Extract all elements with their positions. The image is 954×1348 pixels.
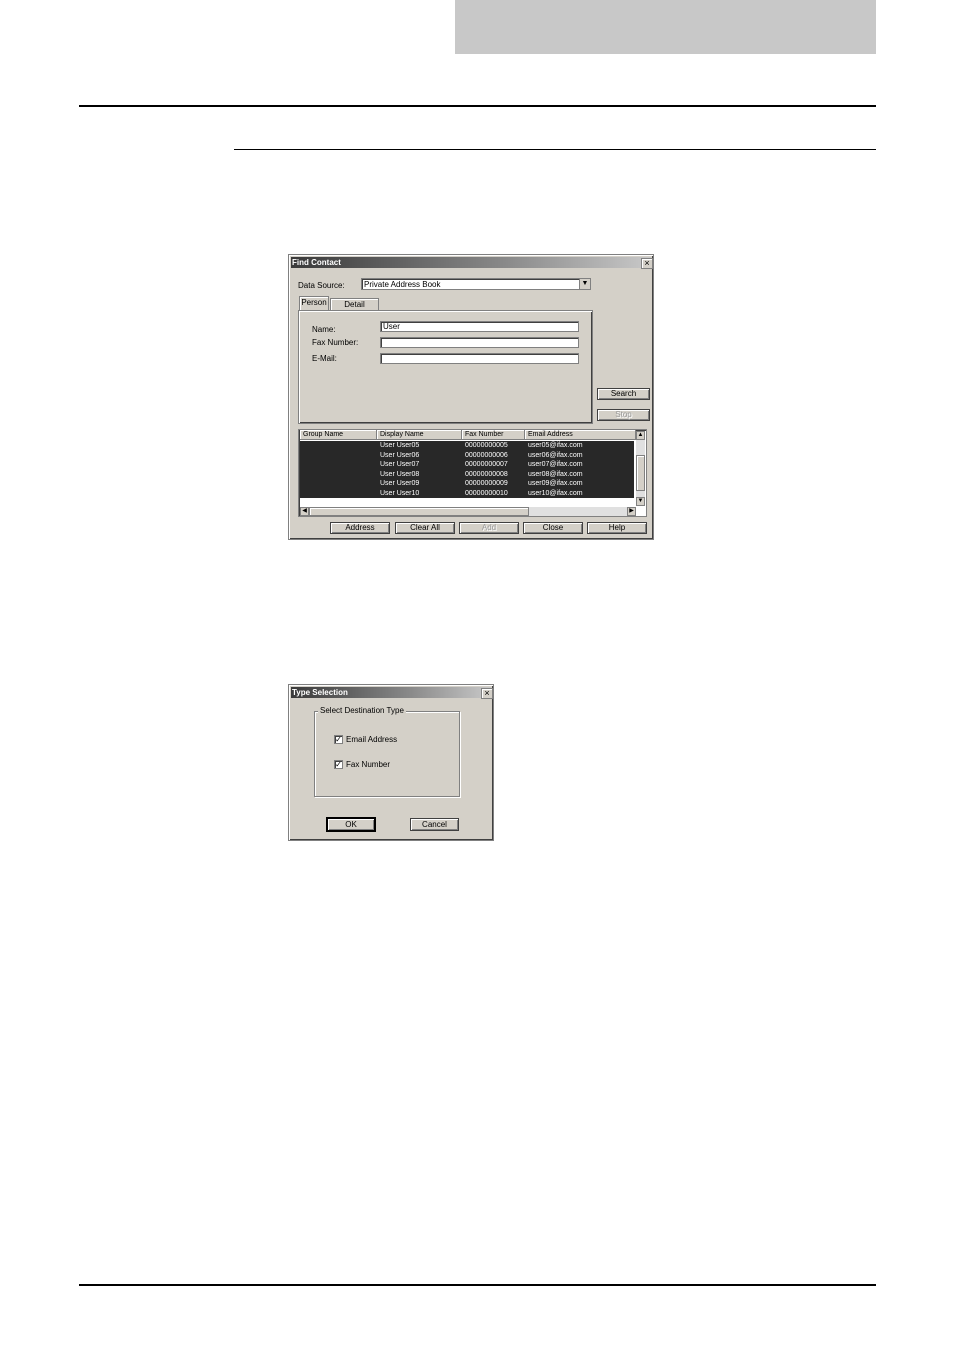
cell-display-name: User User07 — [380, 461, 420, 468]
cell-display-name: User User08 — [380, 470, 420, 478]
cell-fax-number: 00000000009 — [465, 480, 508, 487]
find-contact-dialog: Find Contact × Data Source: Private Addr… — [288, 254, 654, 540]
cancel-button[interactable]: Cancel — [410, 818, 459, 831]
column-fax-number[interactable]: Fax Number — [462, 430, 525, 440]
table-row[interactable]: User User09 00000000009 user09@ifax.com — [300, 479, 634, 489]
vertical-scrollbar[interactable]: ▲ ▼ — [636, 431, 645, 506]
scroll-left-icon[interactable]: ◀ — [300, 507, 309, 516]
close-icon[interactable]: × — [641, 258, 653, 269]
close-button[interactable]: Close — [523, 522, 583, 534]
cell-email: user10@ifax.com — [528, 489, 583, 497]
add-button[interactable]: Add — [459, 522, 519, 534]
fax-number-checkbox-label: Fax Number — [346, 760, 391, 769]
scroll-down-icon[interactable]: ▼ — [636, 497, 645, 506]
column-group-name[interactable]: Group Name — [300, 430, 377, 440]
cell-fax-number: 00000000007 — [465, 461, 508, 468]
horizontal-scroll-thumb[interactable] — [309, 507, 529, 516]
cell-email: user06@ifax.com — [528, 451, 583, 459]
fax-number-label: Fax Number: — [312, 338, 359, 347]
type-selection-title: Type Selection — [292, 688, 348, 697]
bottom-rule — [79, 1284, 876, 1286]
table-row[interactable]: User User10 00000000010 user10@ifax.com — [300, 489, 634, 499]
cell-display-name: User User06 — [380, 451, 420, 459]
email-input[interactable] — [380, 353, 579, 364]
results-list[interactable]: Group Name Display Name Fax Number Email… — [298, 429, 647, 517]
column-email-address[interactable]: Email Address — [525, 430, 636, 440]
fax-number-input[interactable] — [380, 337, 579, 348]
scroll-right-icon[interactable]: ▶ — [627, 507, 636, 516]
data-source-select[interactable]: Private Address Book ▼ — [361, 278, 591, 290]
table-row[interactable]: User User06 00000000006 user06@ifax.com — [300, 451, 634, 461]
find-contact-titlebar: Find Contact — [291, 257, 651, 268]
email-label: E-Mail: — [312, 354, 337, 363]
destination-type-legend: Select Destination Type — [318, 706, 406, 716]
cell-display-name: User User09 — [380, 480, 420, 487]
cell-fax-number: 00000000005 — [465, 442, 508, 449]
header-band — [455, 0, 876, 54]
chevron-down-icon[interactable]: ▼ — [579, 279, 590, 289]
ok-button[interactable]: OK — [327, 818, 375, 831]
table-row[interactable]: User User08 00000000008 user08@ifax.com — [300, 470, 634, 480]
help-button[interactable]: Help — [587, 522, 647, 534]
tab-person[interactable]: Person — [299, 296, 329, 310]
cell-email: user09@ifax.com — [528, 480, 583, 487]
cell-fax-number: 00000000008 — [465, 470, 508, 478]
cell-email: user05@ifax.com — [528, 442, 583, 449]
destination-type-group — [314, 711, 460, 797]
find-contact-title: Find Contact — [292, 258, 341, 267]
vertical-scroll-thumb[interactable] — [636, 455, 645, 491]
cell-fax-number: 00000000010 — [465, 489, 508, 497]
table-row[interactable]: User User07 00000000007 user07@ifax.com — [300, 460, 634, 470]
type-selection-titlebar: Type Selection — [291, 687, 491, 698]
address-button[interactable]: Address — [330, 522, 390, 534]
table-row[interactable]: User User05 00000000005 user05@ifax.com — [300, 441, 634, 451]
close-icon[interactable]: × — [481, 688, 493, 699]
cell-email: user07@ifax.com — [528, 461, 583, 468]
column-display-name[interactable]: Display Name — [377, 430, 462, 440]
section-rule — [234, 149, 876, 150]
scroll-up-icon[interactable]: ▲ — [636, 431, 645, 440]
cell-display-name: User User05 — [380, 442, 420, 449]
email-address-checkbox[interactable]: ✓ — [334, 735, 343, 744]
cell-fax-number: 00000000006 — [465, 451, 508, 459]
horizontal-scrollbar[interactable]: ◀ ▶ — [300, 507, 636, 516]
stop-button[interactable]: Stop — [597, 409, 650, 421]
fax-number-checkbox[interactable]: ✓ — [334, 760, 343, 769]
cell-email: user08@ifax.com — [528, 470, 583, 478]
cell-display-name: User User10 — [380, 489, 420, 497]
search-button[interactable]: Search — [597, 388, 650, 400]
results-rows: User User05 00000000005 user05@ifax.com … — [300, 441, 634, 498]
type-selection-dialog: Type Selection × Select Destination Type… — [288, 684, 494, 841]
top-rule — [79, 105, 876, 107]
clear-all-button[interactable]: Clear All — [395, 522, 455, 534]
data-source-value: Private Address Book — [364, 280, 441, 289]
name-input[interactable] — [380, 321, 579, 332]
email-address-label: Email Address — [346, 735, 398, 744]
name-label: Name: — [312, 325, 336, 334]
data-source-label: Data Source: — [298, 281, 345, 290]
tab-detail-setting[interactable]: Detail Setting — [330, 298, 379, 321]
